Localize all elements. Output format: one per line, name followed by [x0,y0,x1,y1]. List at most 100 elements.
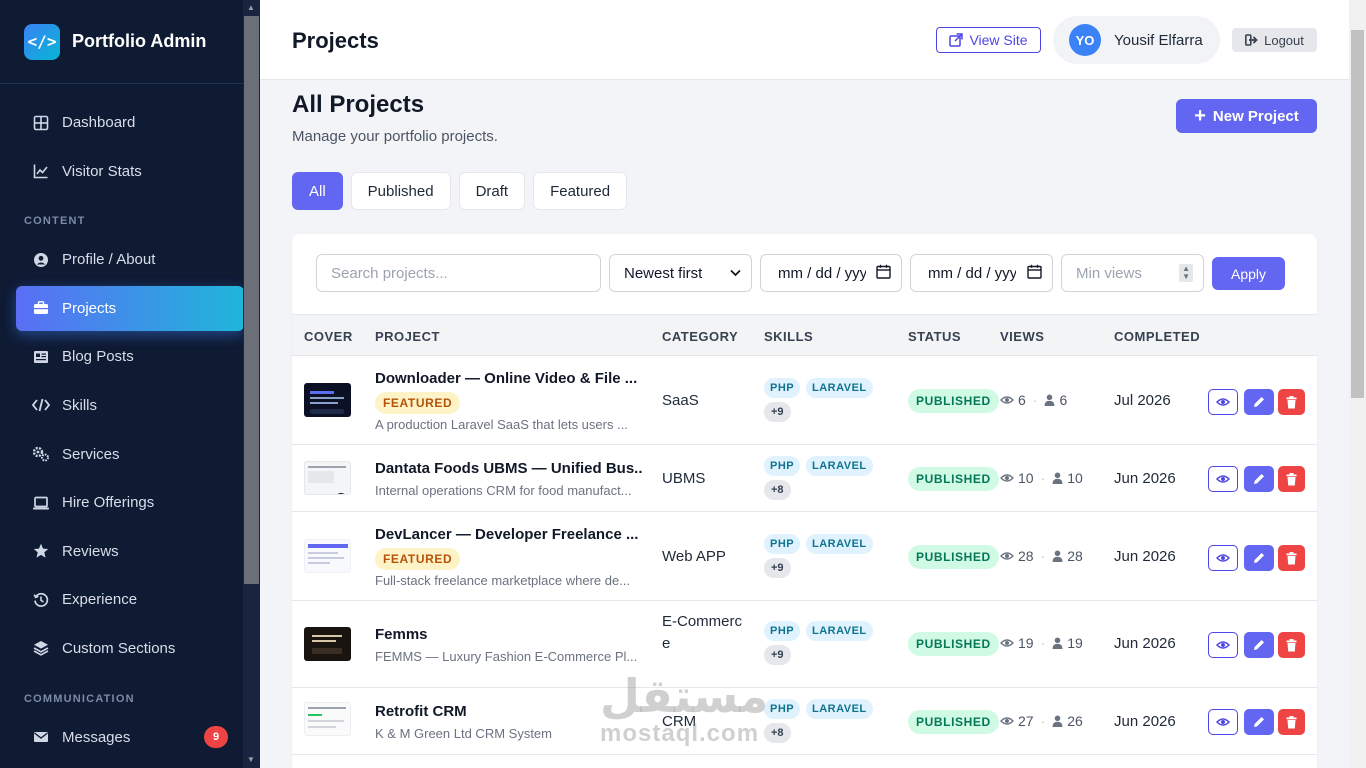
skill-tag: LARAVEL [806,699,873,719]
separator-dot: · [1040,548,1046,564]
table-row[interactable]: Femms FEMMS — Luxury Fashion E-Commerce … [292,601,1317,688]
delete-project-button[interactable] [1278,545,1305,571]
edit-project-button[interactable] [1244,709,1274,735]
date-from-input[interactable]: mm / dd / yyyy [760,254,902,292]
views-stat: 6 · 6 [1000,392,1067,408]
tab-featured[interactable]: Featured [533,172,628,210]
sidebar-item-dashboard[interactable]: Dashboard [16,100,244,145]
page-scrollbar[interactable] [1349,0,1366,768]
skill-more-tag: +9 [764,645,791,665]
trash-icon [1286,638,1297,652]
view-project-button[interactable] [1208,709,1238,735]
separator-dot: · [1040,470,1046,486]
table-row[interactable]: Retrofit CRM K & M Green Ltd CRM System … [292,688,1317,755]
user-icon [1052,637,1063,649]
edit-project-button[interactable] [1244,389,1274,415]
delete-project-button[interactable] [1278,466,1305,492]
history-icon [32,591,50,609]
view-site-label: View Site [969,32,1028,48]
scroll-down-arrow-icon[interactable]: ▼ [247,755,255,764]
sidebar-item-custom-sections[interactable]: Custom Sections [16,626,244,671]
sidebar-scrollbar-thumb[interactable] [244,16,259,584]
project-title[interactable]: Dantata Foods UBMS — Unified Bus... [375,460,643,477]
project-cover-image[interactable] [304,383,351,417]
completed-date: Jun 2026 [1114,470,1176,487]
delete-project-button[interactable] [1278,389,1305,415]
search-placeholder: Search projects... [331,264,448,282]
grid-icon [32,114,50,132]
status-badge: PUBLISHED [908,389,999,413]
calendar-icon[interactable] [876,264,891,282]
sidebar-item-hire-offerings[interactable]: Hire Offerings [16,480,244,525]
page-scrollbar-thumb[interactable] [1351,30,1364,398]
project-cover-image[interactable] [304,702,351,736]
table-row[interactable]: DevLancer — Developer Freelance ... FEAT… [292,512,1317,601]
sidebar-nav: Dashboard Visitor Stats CONTENT Profile … [0,84,260,760]
views-count: 19 [1018,635,1034,651]
tab-published[interactable]: Published [350,172,451,210]
calendar-icon[interactable] [1027,264,1042,282]
sidebar-item-label: Blog Posts [62,348,134,366]
view-project-button[interactable] [1208,466,1238,492]
sidebar-item-profile[interactable]: Profile / About [16,237,244,282]
eye-icon [1000,551,1014,561]
projects-card: Search projects... Newest first mm / dd … [292,234,1317,768]
sidebar-scrollbar[interactable]: ▲ ▼ [243,0,260,768]
tab-draft[interactable]: Draft [458,172,526,210]
date-to-input[interactable]: mm / dd / yyyy [910,254,1053,292]
visitors-count: 19 [1067,635,1083,651]
sidebar-item-label: Projects [62,299,117,317]
edit-project-button[interactable] [1244,632,1274,658]
view-project-button[interactable] [1208,632,1238,658]
tab-all[interactable]: All [292,172,343,210]
briefcase-icon [32,299,50,317]
sidebar-item-reviews[interactable]: Reviews [16,529,244,574]
logout-button[interactable]: Logout [1232,28,1317,52]
skill-more-tag: +9 [764,558,791,578]
skill-tag: PHP [764,621,801,641]
view-project-button[interactable] [1208,545,1238,571]
brand[interactable]: </> Portfolio Admin [0,0,260,84]
project-title[interactable]: DevLancer — Developer Freelance ... [375,526,643,543]
views-count: 28 [1018,548,1034,564]
status-badge: PUBLISHED [908,545,999,569]
views-count: 27 [1018,713,1034,729]
delete-project-button[interactable] [1278,709,1305,735]
edit-project-button[interactable] [1244,545,1274,571]
min-views-input[interactable]: Min views ▲ ▼ [1061,254,1204,292]
number-spinner-icon[interactable]: ▲ ▼ [1179,264,1193,282]
scroll-up-arrow-icon[interactable]: ▲ [247,3,255,12]
sidebar-item-messages[interactable]: Messages 9 [16,715,244,760]
table-row[interactable]: Downloader — Online Video & File ... FEA… [292,356,1317,445]
separator-dot: · [1032,392,1038,408]
table-row[interactable]: Dantata Foods UBMS — Unified Bus... Inte… [292,445,1317,512]
user-menu[interactable]: YO Yousif Elfarra [1053,16,1220,64]
view-project-button[interactable] [1208,389,1238,415]
new-project-button[interactable]: + New Project [1176,99,1317,133]
project-description: Full-stack freelance marketplace where d… [375,573,631,588]
project-cover-image[interactable] [304,539,351,573]
sidebar-item-visitor-stats[interactable]: Visitor Stats [16,149,244,194]
sidebar-item-experience[interactable]: Experience [16,577,244,622]
trash-icon [1286,395,1297,409]
project-cover-image[interactable] [304,627,351,661]
project-cover-image[interactable] [304,461,351,495]
edit-project-button[interactable] [1244,466,1274,492]
sidebar-item-skills[interactable]: Skills [16,383,244,428]
trash-icon [1286,472,1297,486]
column-header-cover: COVER [304,329,353,344]
sidebar: </> Portfolio Admin Dashboard Visitor St… [0,0,260,768]
sidebar-item-projects[interactable]: Projects [16,285,244,331]
search-input[interactable]: Search projects... [316,254,601,292]
project-title[interactable]: Downloader — Online Video & File ... [375,370,643,387]
messages-count-badge: 9 [204,726,228,749]
project-title[interactable]: Femms [375,626,643,643]
delete-project-button[interactable] [1278,632,1305,658]
view-site-button[interactable]: View Site [936,27,1041,53]
sidebar-item-services[interactable]: Services [16,432,244,477]
apply-button[interactable]: Apply [1212,257,1285,290]
eye-icon [1000,638,1014,648]
skill-tag: LARAVEL [806,378,873,398]
sort-select[interactable]: Newest first [609,254,752,292]
sidebar-item-blog-posts[interactable]: Blog Posts [16,334,244,379]
